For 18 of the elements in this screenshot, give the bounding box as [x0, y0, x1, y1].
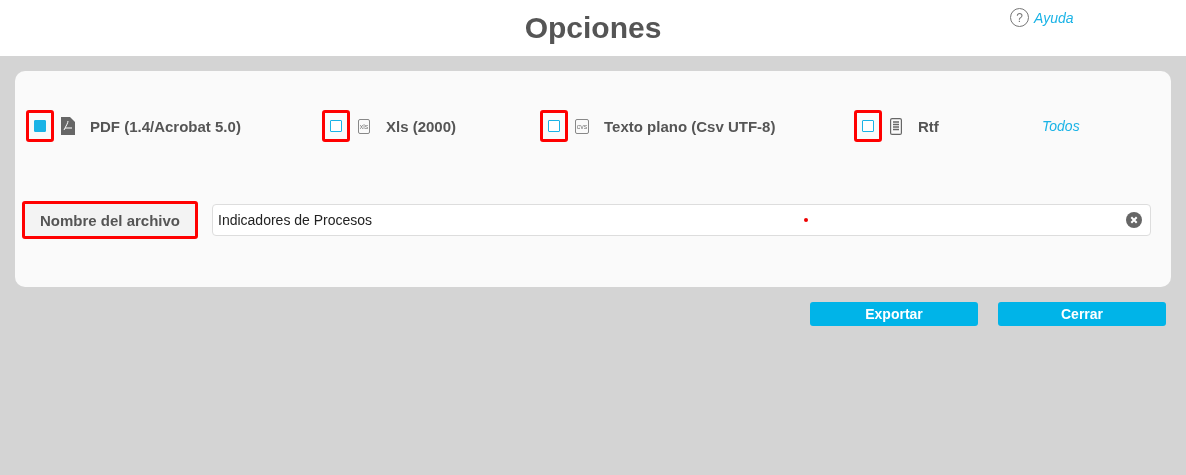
pdf-file-icon — [61, 117, 75, 135]
format-checkbox[interactable] — [34, 120, 46, 132]
format-label: Texto plano (Csv UTF-8) — [604, 117, 776, 135]
page-title: Opciones — [524, 10, 662, 46]
filename-field[interactable]: Indicadores de Procesos — [212, 204, 1151, 236]
format-checkbox[interactable] — [330, 120, 342, 132]
clear-icon[interactable] — [1126, 212, 1142, 228]
filename-label: Nombre del archivo — [22, 201, 198, 239]
format-checkbox[interactable] — [862, 120, 874, 132]
format-checkbox[interactable] — [548, 120, 560, 132]
help-link[interactable]: Ayuda — [1034, 9, 1074, 26]
format-label: PDF (1.4/Acrobat 5.0) — [90, 117, 241, 135]
select-all-link[interactable]: Todos — [1042, 118, 1151, 134]
format-label: Rtf — [918, 117, 939, 135]
action-button[interactable]: Cerrar — [998, 302, 1166, 326]
format-label: Xls (2000) — [386, 117, 457, 135]
document-icon — [890, 117, 902, 135]
action-button[interactable]: Exportar — [810, 302, 978, 326]
